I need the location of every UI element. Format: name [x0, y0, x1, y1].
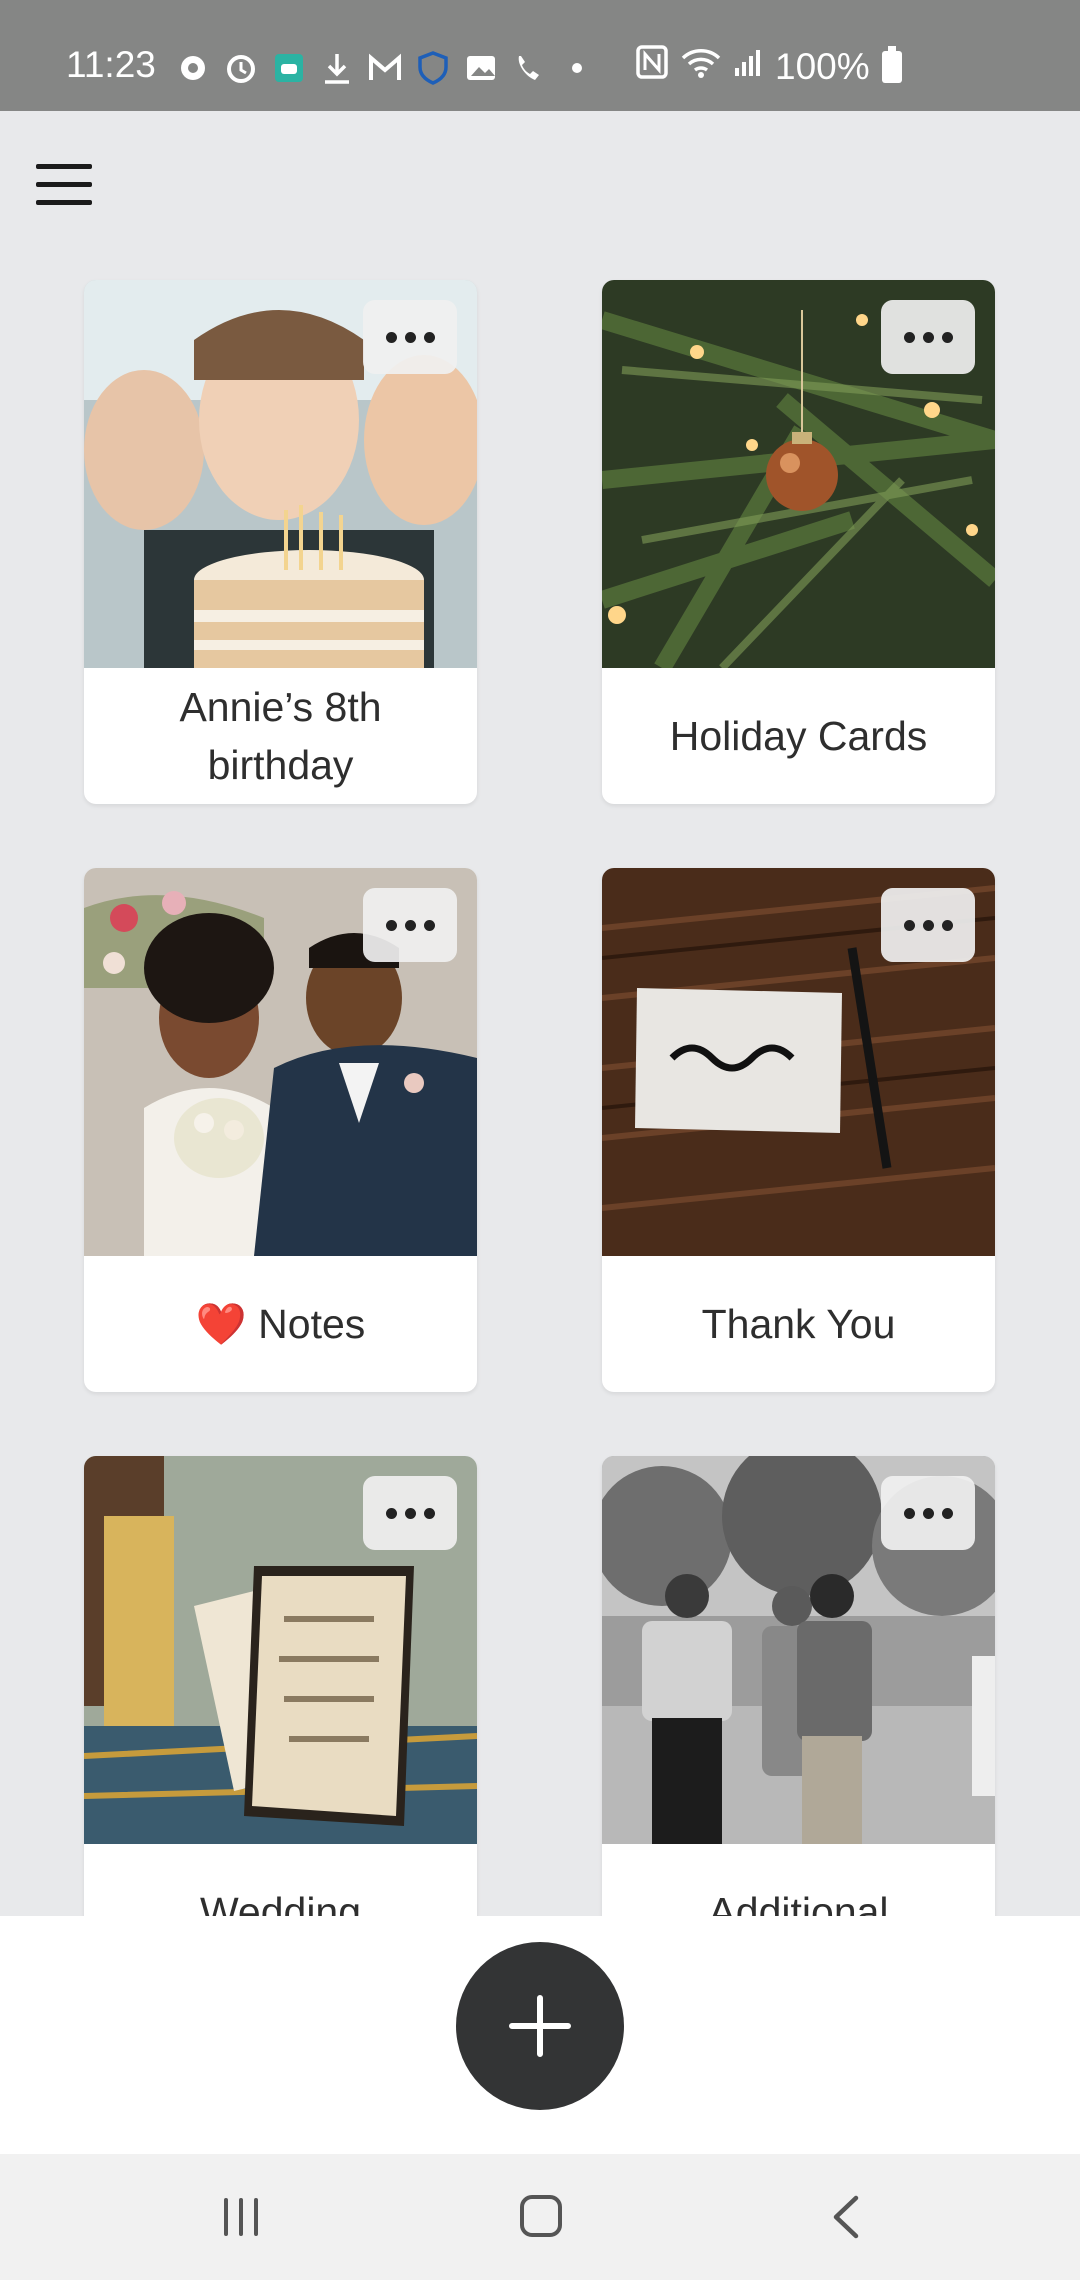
dot-icon: [423, 919, 435, 931]
dot-icon: [404, 1507, 416, 1519]
dot-icon: [385, 1507, 397, 1519]
back-icon[interactable]: [828, 2194, 864, 2240]
card-notes[interactable]: ❤️ Notes: [84, 868, 477, 1392]
card-title: Thank You: [701, 1301, 896, 1347]
dot-icon: [404, 919, 416, 931]
plus-icon: [509, 1995, 571, 2057]
dot-icon: [423, 331, 435, 343]
dot-icon: [903, 919, 915, 931]
dot-icon: [385, 331, 397, 343]
more-options-button[interactable]: [881, 1476, 975, 1550]
dot-icon: [941, 919, 953, 931]
card-annies-8th-birthday[interactable]: Annie’s 8th birthday: [84, 280, 477, 804]
card-title: Wedding: [199, 1889, 362, 1916]
home-icon[interactable]: [519, 2194, 563, 2238]
dot-icon: [423, 1507, 435, 1519]
card-holiday-cards[interactable]: Holiday Cards: [602, 280, 995, 804]
more-options-button[interactable]: [881, 888, 975, 962]
card-title: ❤️ Notes: [195, 1301, 366, 1347]
card-additional[interactable]: Additional: [602, 1456, 995, 1916]
card-wedding[interactable]: Wedding: [84, 1456, 477, 1916]
card-thank-you[interactable]: Thank You: [602, 868, 995, 1392]
more-options-button[interactable]: [363, 300, 457, 374]
dot-icon: [922, 1507, 934, 1519]
more-options-button[interactable]: [363, 888, 457, 962]
dot-icon: [903, 1507, 915, 1519]
hamburger-menu-icon[interactable]: [30, 160, 98, 210]
system-nav-bar: [0, 2154, 1080, 2280]
add-button[interactable]: [456, 1942, 624, 2110]
dot-icon: [385, 919, 397, 931]
card-grid: Annie’s 8th birthday Holiday Cards ❤️ No…: [0, 0, 1080, 1916]
recents-icon[interactable]: [220, 2196, 262, 2238]
card-title: Annie’s 8th birthday: [179, 684, 382, 788]
more-options-button[interactable]: [881, 300, 975, 374]
more-options-button[interactable]: [363, 1476, 457, 1550]
dot-icon: [922, 331, 934, 343]
dot-icon: [941, 1507, 953, 1519]
card-title: Additional: [708, 1889, 889, 1916]
dot-icon: [922, 919, 934, 931]
dot-icon: [903, 331, 915, 343]
dot-icon: [404, 331, 416, 343]
card-title: Holiday Cards: [669, 713, 928, 759]
dot-icon: [941, 331, 953, 343]
